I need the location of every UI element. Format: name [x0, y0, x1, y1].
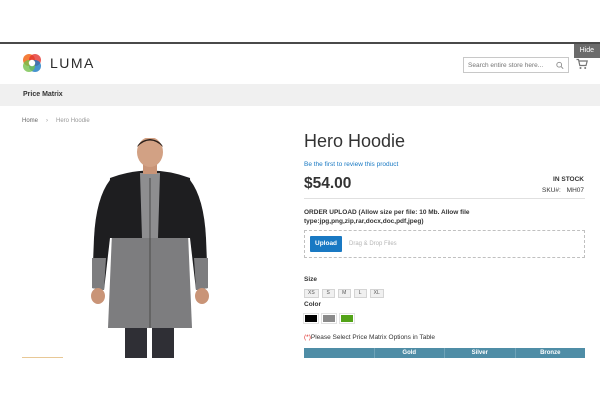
store-logo[interactable]: LUMA: [22, 53, 95, 73]
size-option-m[interactable]: M: [337, 289, 351, 298]
order-upload-label: ORDER UPLOAD (Allow size per file: 10 Mb…: [304, 209, 470, 225]
sku-label: SKU#:: [542, 187, 561, 194]
upload-button[interactable]: Upload: [310, 236, 343, 252]
breadcrumb-current: Hero Hoodie: [56, 118, 90, 124]
required-marker: (*): [304, 334, 311, 341]
product-price: $54.00: [304, 175, 352, 192]
matrix-column-silver: Silver: [444, 348, 515, 358]
top-divider: [0, 42, 600, 44]
page-bottom-blank: [0, 358, 600, 400]
color-options: [303, 313, 355, 324]
price-matrix-table-header: Gold Silver Bronze: [304, 348, 585, 358]
breadcrumb: Home › Hero Hoodie: [22, 118, 90, 124]
size-option-s[interactable]: S: [321, 289, 335, 298]
size-option-xs[interactable]: XS: [304, 289, 319, 298]
matrix-column-gold: Gold: [373, 348, 445, 358]
color-option-gray[interactable]: [321, 313, 337, 324]
sku-value: MH07: [566, 187, 584, 194]
color-option-black[interactable]: [303, 313, 319, 324]
drop-zone-text: Drag & Drop Files: [349, 241, 397, 247]
search-box[interactable]: [463, 57, 569, 73]
size-options: XS S M L XL: [304, 289, 384, 298]
shopping-cart-icon[interactable]: [576, 58, 588, 70]
size-option-l[interactable]: L: [353, 289, 367, 298]
price-matrix-note: (*)Please Select Price Matrix Options in…: [304, 334, 435, 341]
color-option-green[interactable]: [339, 313, 355, 324]
navigation-bar: Price Matrix: [0, 84, 600, 106]
price-matrix-note-text: Please Select Price Matrix Options in Ta…: [310, 334, 436, 341]
search-input[interactable]: [468, 61, 556, 69]
size-option-xl[interactable]: XL: [369, 289, 384, 298]
nav-item-price-matrix[interactable]: Price Matrix: [23, 91, 63, 98]
search-icon[interactable]: [556, 61, 564, 70]
file-drop-zone[interactable]: Upload Drag & Drop Files: [304, 230, 585, 258]
product-title: Hero Hoodie: [304, 131, 406, 151]
product-image[interactable]: [80, 138, 220, 358]
color-label: Color: [304, 301, 321, 308]
breadcrumb-separator: ›: [46, 118, 49, 124]
breadcrumb-home-link[interactable]: Home: [22, 118, 38, 124]
stock-status: IN STOCK: [553, 176, 584, 183]
size-label: Size: [304, 276, 318, 283]
hide-button[interactable]: Hide: [573, 44, 600, 58]
review-link[interactable]: Be the first to review this product: [304, 161, 398, 168]
top-blank-strip: [0, 0, 600, 42]
luma-logo-icon: [23, 54, 41, 72]
matrix-column-empty: [304, 348, 374, 358]
matrix-column-bronze: Bronze: [514, 348, 586, 358]
product-sku: SKU#: MH07: [542, 187, 584, 194]
price-divider: [304, 198, 585, 199]
logo-text: LUMA: [50, 55, 95, 71]
